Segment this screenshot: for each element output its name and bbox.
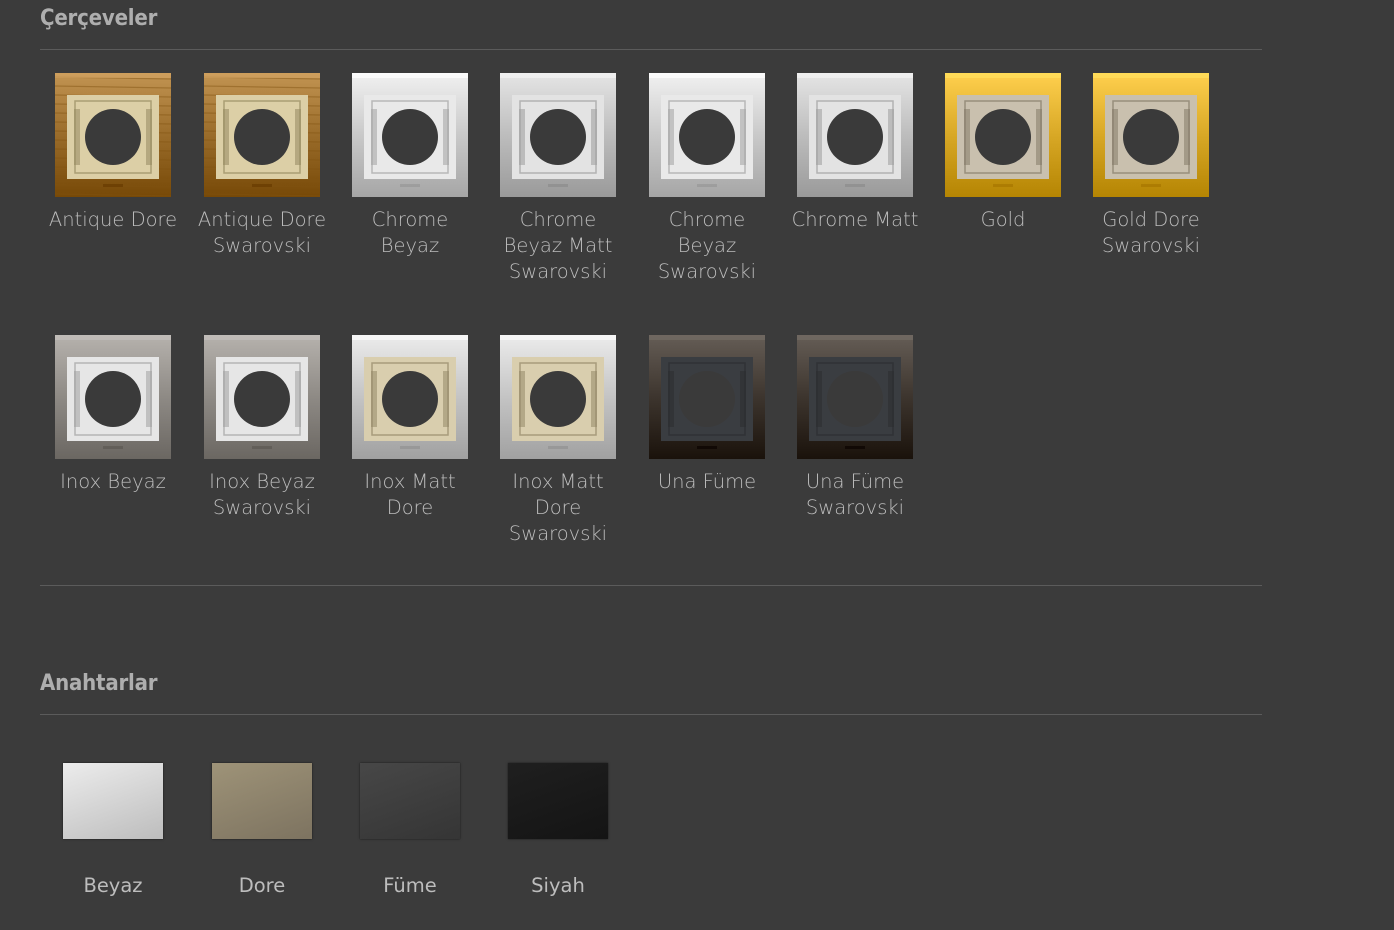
- switch-option[interactable]: Füme: [336, 763, 484, 899]
- frame-option[interactable]: Una Füme Swarovski: [781, 335, 929, 521]
- switch-option[interactable]: Siyah: [484, 763, 632, 899]
- frame-option-label: Gold Dore Swarovski: [1101, 208, 1201, 257]
- frame-image: [204, 335, 320, 459]
- switches-title-divider: [40, 714, 1262, 715]
- frame-option[interactable]: Una Füme: [633, 335, 781, 495]
- frames-section-title: Çerçeveler: [40, 6, 158, 31]
- frame-option[interactable]: Chrome Beyaz Matt Swarovski: [484, 73, 632, 285]
- frame-option[interactable]: Chrome Matt: [781, 73, 929, 233]
- frame-option[interactable]: Antique Dore Swarovski: [188, 73, 336, 259]
- frame-option-label: Gold: [980, 208, 1026, 231]
- frame-image: [352, 335, 468, 459]
- switch-option-label: Beyaz: [83, 874, 143, 897]
- switch-color-swatch: [360, 763, 460, 839]
- frame-image: [649, 335, 765, 459]
- frame-option-label: Una Füme: [657, 470, 757, 493]
- switch-option[interactable]: Beyaz: [39, 763, 187, 899]
- frame-option[interactable]: Inox Beyaz: [39, 335, 187, 495]
- frame-option-label: Inox Matt Dore: [364, 470, 456, 519]
- frame-option[interactable]: Gold Dore Swarovski: [1077, 73, 1225, 259]
- frame-option-label: Inox Beyaz: [60, 470, 166, 493]
- frame-option-label: Inox Matt Dore Swarovski: [508, 470, 608, 545]
- switch-color-swatch: [508, 763, 608, 839]
- frame-image: [797, 335, 913, 459]
- frame-image: [1093, 73, 1209, 197]
- switch-option-label: Füme: [383, 874, 437, 897]
- switch-color-swatch: [63, 763, 163, 839]
- frame-image: [945, 73, 1061, 197]
- switch-option-label: Dore: [238, 874, 286, 897]
- frames-bottom-divider: [40, 585, 1262, 586]
- frame-option-label: Chrome Beyaz Matt Swarovski: [503, 208, 613, 283]
- frame-option-label: Una Füme Swarovski: [805, 470, 905, 519]
- frame-image: [797, 73, 913, 197]
- switch-option[interactable]: Dore: [188, 763, 336, 899]
- frame-option[interactable]: Inox Matt Dore: [336, 335, 484, 521]
- frame-image: [55, 335, 171, 459]
- switch-color-swatch: [212, 763, 312, 839]
- frame-option-label: Chrome Beyaz: [371, 208, 449, 257]
- switches-section-title: Anahtarlar: [40, 671, 158, 696]
- frame-option-label: Antique Dore: [48, 208, 178, 231]
- frame-image: [500, 335, 616, 459]
- frame-option-label: Inox Beyaz Swarovski: [209, 470, 315, 519]
- frame-option[interactable]: Gold: [929, 73, 1077, 233]
- frame-image: [500, 73, 616, 197]
- frame-option[interactable]: Antique Dore: [39, 73, 187, 233]
- frame-option[interactable]: Chrome Beyaz Swarovski: [633, 73, 781, 285]
- switch-option-label: Siyah: [531, 874, 585, 897]
- frames-title-divider: [40, 49, 1262, 50]
- frame-option[interactable]: Chrome Beyaz: [336, 73, 484, 259]
- frame-image: [649, 73, 765, 197]
- frame-image: [204, 73, 320, 197]
- frame-image: [352, 73, 468, 197]
- frame-option-label: Chrome Matt: [791, 208, 919, 231]
- frame-image: [55, 73, 171, 197]
- frame-option-label: Chrome Beyaz Swarovski: [657, 208, 757, 283]
- frame-option-label: Antique Dore Swarovski: [197, 208, 327, 257]
- frame-option[interactable]: Inox Beyaz Swarovski: [188, 335, 336, 521]
- frame-option[interactable]: Inox Matt Dore Swarovski: [484, 335, 632, 547]
